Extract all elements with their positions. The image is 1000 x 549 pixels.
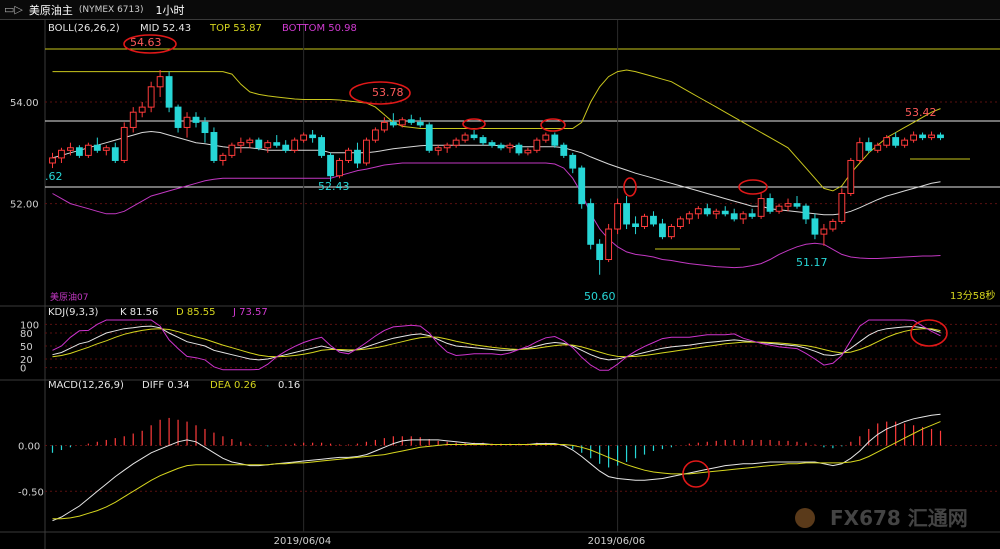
macd-dea-value: DEA 0.26: [210, 380, 256, 391]
kdj-tick-label: 50: [20, 342, 33, 353]
candle[interactable]: [210, 127, 218, 163]
macd-hist-value: 0.16: [278, 380, 300, 391]
candle[interactable]: [533, 137, 541, 153]
candle[interactable]: [847, 157, 855, 197]
kdj-label: KDJ(9,3,3): [48, 307, 99, 318]
candle[interactable]: [578, 165, 586, 209]
candle[interactable]: [228, 142, 236, 158]
candle[interactable]: [371, 127, 379, 143]
x-tick-label: 2019/06/06: [588, 536, 646, 547]
candle[interactable]: [667, 223, 675, 240]
kdj-tick-label: 0: [20, 364, 26, 375]
kdj-d-value: D 85.55: [176, 307, 216, 318]
boll-label: BOLL(26,26,2): [48, 23, 120, 34]
candle[interactable]: [120, 122, 128, 163]
boll-mid-value: MID 52.43: [140, 23, 191, 34]
price-annotation: 54.63: [130, 36, 162, 49]
macd-label: MACD(12,26,9): [48, 380, 124, 391]
contract-label: 美原油07: [50, 291, 88, 303]
price-annotation: .62: [45, 170, 63, 183]
countdown-label: 13分58秒: [950, 289, 995, 302]
price-tick-label: 52.00: [10, 200, 39, 211]
candle[interactable]: [614, 198, 622, 235]
price-tick-label: 54.00: [10, 98, 39, 109]
chart-area[interactable]: 54.0052.0010080502000.00-0.502019/06/04 2…: [0, 0, 1000, 549]
candle[interactable]: [551, 132, 559, 148]
candle[interactable]: [363, 137, 370, 166]
price-annotation: 50.60: [584, 290, 616, 303]
candle[interactable]: [318, 135, 326, 158]
candle[interactable]: [560, 142, 568, 158]
boll-top-value: TOP 53.87: [209, 23, 262, 34]
kdj-tick-label: 80: [20, 329, 33, 340]
price-annotation: 53.78: [372, 86, 404, 99]
candle[interactable]: [165, 71, 173, 113]
candle[interactable]: [291, 137, 299, 153]
price-annotation: 53.42: [905, 106, 937, 119]
candle[interactable]: [336, 157, 343, 179]
candle[interactable]: [587, 198, 595, 250]
candle[interactable]: [641, 213, 648, 230]
price-annotation: 51.17: [796, 256, 828, 269]
candle[interactable]: [345, 147, 352, 163]
price-annotation: 52.43: [318, 180, 350, 193]
watermark-logo-icon: [795, 508, 815, 528]
macd-tick-label: -0.50: [18, 487, 44, 498]
candle[interactable]: [605, 223, 613, 263]
macd-diff-value: DIFF 0.34: [142, 380, 190, 391]
kdj-k-value: K 81.56: [120, 307, 158, 318]
candle[interactable]: [84, 142, 92, 158]
boll-bottom-value: BOTTOM 50.98: [282, 23, 357, 34]
watermark-logo: FX678 汇通网: [830, 506, 968, 530]
kdj-j-value: J 73.57: [232, 307, 268, 318]
x-tick-label: 2019/06/04: [274, 536, 332, 547]
candle[interactable]: [838, 188, 846, 224]
macd-tick-label: 0.00: [18, 441, 40, 452]
candle[interactable]: [425, 122, 433, 153]
